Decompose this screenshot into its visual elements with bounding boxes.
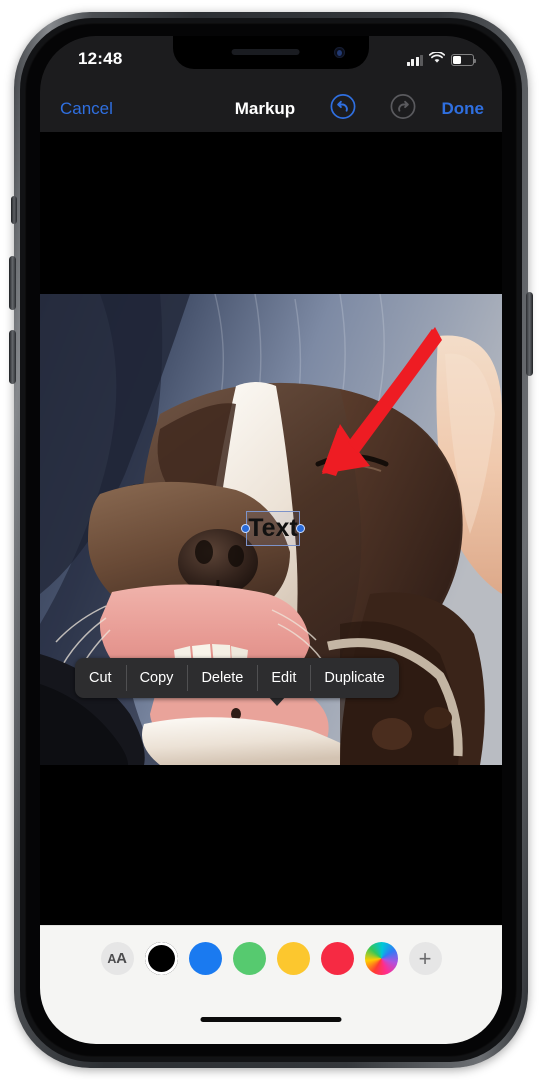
cellular-signal-icon	[406, 54, 423, 66]
page-title: Markup	[234, 99, 296, 118]
color-swatch-green[interactable]	[232, 942, 266, 975]
text-object-selection-box[interactable]: Text	[246, 511, 300, 546]
power-button[interactable]	[526, 292, 533, 376]
phone-screen: 12:48 Cancel Markup Done Text Cut Copy D…	[40, 36, 502, 1044]
notch	[173, 36, 369, 69]
markup-canvas[interactable]: Text Cut Copy Delete Edit Duplicate	[40, 132, 502, 925]
done-button[interactable]: Done	[442, 99, 485, 119]
context-menu-item-delete[interactable]: Delete	[187, 658, 257, 698]
markup-nav-bar: Cancel Markup Done	[40, 86, 502, 132]
color-swatch-blue[interactable]	[188, 942, 222, 975]
text-object-value: Text	[248, 513, 298, 542]
cancel-button[interactable]: Cancel	[60, 99, 113, 119]
photo-image[interactable]: Text Cut Copy Delete Edit Duplicate	[40, 294, 502, 765]
text-format-button[interactable]: AA	[100, 942, 134, 975]
redo-icon	[390, 94, 416, 119]
color-swatch-black[interactable]	[144, 942, 178, 975]
context-menu-item-cut[interactable]: Cut	[75, 658, 126, 698]
color-swatch-row: AA +	[40, 942, 502, 975]
text-format-big-a: A	[116, 950, 127, 967]
context-menu-item-edit[interactable]: Edit	[257, 658, 310, 698]
markup-toolbar: AA +	[40, 925, 502, 1044]
color-swatch-red[interactable]	[320, 942, 354, 975]
context-menu-item-copy[interactable]: Copy	[125, 658, 188, 698]
mute-switch-button[interactable]	[11, 196, 17, 224]
status-bar-indicators	[406, 51, 476, 69]
color-swatch-yellow[interactable]	[276, 942, 310, 975]
front-camera	[334, 47, 345, 58]
wifi-icon	[428, 51, 446, 69]
volume-up-button[interactable]	[9, 256, 16, 310]
status-bar-time: 12:48	[78, 49, 123, 68]
context-menu-item-duplicate[interactable]: Duplicate	[310, 658, 398, 698]
redo-button	[390, 94, 416, 125]
undo-icon	[330, 94, 356, 119]
selection-handle-right[interactable]	[296, 524, 305, 533]
color-wheel-picker[interactable]	[364, 942, 398, 975]
screenshot-stage: 12:48 Cancel Markup Done Text Cut Copy D…	[0, 0, 542, 1080]
earpiece-speaker	[231, 49, 300, 55]
battery-icon	[451, 54, 476, 66]
volume-down-button[interactable]	[9, 330, 16, 384]
context-menu: Cut Copy Delete Edit Duplicate	[75, 658, 399, 698]
undo-button[interactable]	[330, 94, 356, 125]
home-indicator[interactable]	[200, 1016, 342, 1022]
selection-handle-left[interactable]	[241, 524, 250, 533]
add-color-button[interactable]: +	[408, 942, 442, 975]
plus-icon: +	[418, 945, 432, 971]
text-format-small-a: A	[107, 951, 117, 966]
